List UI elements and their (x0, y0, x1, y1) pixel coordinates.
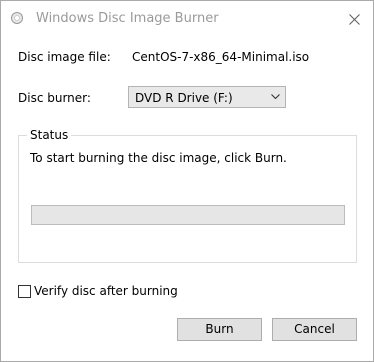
chevron-down-icon (271, 94, 280, 100)
status-caption: Status (27, 128, 72, 142)
disc-burner-selected: DVD R Drive (F:) (135, 91, 233, 105)
cancel-button[interactable]: Cancel (272, 318, 357, 341)
disc-image-label: Disc image file: (18, 50, 111, 64)
window-title: Windows Disc Image Burner (36, 11, 219, 26)
close-button[interactable] (341, 8, 367, 30)
burn-button[interactable]: Burn (177, 318, 262, 341)
disc-burner-select[interactable]: DVD R Drive (F:) (128, 86, 286, 108)
close-icon (349, 14, 360, 25)
disc-burner-label: Disc burner: (18, 91, 91, 105)
status-message: To start burning the disc image, click B… (30, 151, 287, 165)
title-bar: Windows Disc Image Burner (1, 1, 373, 37)
verify-checkbox[interactable] (18, 285, 31, 298)
verify-checkbox-label[interactable]: Verify disc after burning (34, 284, 178, 298)
burn-progress-bar (31, 205, 345, 225)
disc-image-value: CentOS-7-x86_64-Minimal.iso (132, 50, 310, 64)
disc-burner-dialog: Windows Disc Image Burner Disc image fil… (0, 0, 374, 362)
disc-icon (11, 12, 23, 24)
